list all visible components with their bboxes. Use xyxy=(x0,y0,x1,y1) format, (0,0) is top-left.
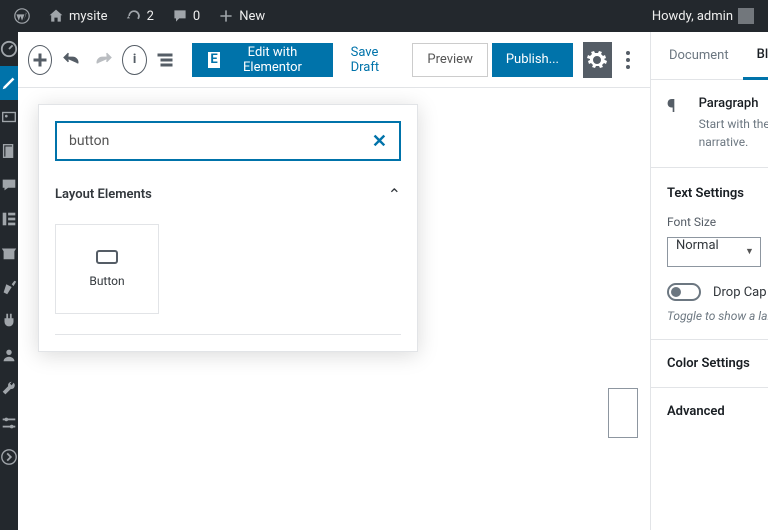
wp-logo[interactable] xyxy=(8,0,36,32)
updates-link[interactable]: 2 xyxy=(120,0,160,32)
block-type-desc: Start with the building block of all nar… xyxy=(699,115,768,151)
clear-search-icon[interactable]: ✕ xyxy=(372,131,387,152)
tab-block[interactable]: Block xyxy=(743,32,768,80)
redo-button[interactable] xyxy=(89,42,118,78)
font-size-label: Font Size xyxy=(667,215,768,229)
menu-pages[interactable] xyxy=(0,134,18,168)
edit-elementor-button[interactable]: EEdit with Elementor xyxy=(192,43,333,77)
group-layout-elements[interactable]: Layout Elements ⌃ xyxy=(55,185,401,214)
menu-users[interactable] xyxy=(0,338,18,372)
panel-text-settings[interactable]: Text Settings ⌃ xyxy=(667,184,768,203)
button-icon xyxy=(96,250,118,264)
menu-dashboard[interactable] xyxy=(0,32,18,66)
menu-tools[interactable] xyxy=(0,372,18,406)
menu-media[interactable] xyxy=(0,100,18,134)
avatar xyxy=(738,8,754,24)
undo-button[interactable] xyxy=(56,42,85,78)
panel-advanced[interactable]: Advanced ⌄ xyxy=(667,404,768,419)
new-link[interactable]: New xyxy=(212,0,271,32)
outline-button[interactable] xyxy=(151,42,180,78)
menu-appearance[interactable] xyxy=(0,270,18,304)
chevron-up-icon: ⌃ xyxy=(388,185,401,204)
save-draft-link[interactable]: Save Draft xyxy=(341,45,409,75)
tab-document[interactable]: Document xyxy=(655,32,743,80)
add-block-button[interactable] xyxy=(28,45,52,75)
drop-cap-toggle[interactable] xyxy=(667,283,701,301)
canvas-placeholder xyxy=(608,388,638,438)
block-inserter: ✕ Layout Elements ⌃ Button xyxy=(38,104,418,352)
menu-collapse[interactable] xyxy=(0,440,18,474)
comments-link[interactable]: 0 xyxy=(166,0,206,32)
menu-elementor[interactable] xyxy=(0,202,18,236)
menu-posts[interactable] xyxy=(0,66,18,100)
block-type-name: Paragraph xyxy=(699,96,768,111)
block-search[interactable]: ✕ xyxy=(55,121,401,161)
font-size-select[interactable]: Normal xyxy=(667,237,761,267)
admin-sidemenu xyxy=(0,32,18,530)
more-menu[interactable] xyxy=(616,51,640,69)
preview-button[interactable]: Preview xyxy=(412,43,487,77)
drop-cap-hint: Toggle to show a large initial letter. xyxy=(667,309,768,323)
account-link[interactable]: Howdy, admin xyxy=(646,0,760,32)
paragraph-icon: ¶ xyxy=(667,96,685,118)
panel-color-settings[interactable]: Color Settings ⌄ xyxy=(667,356,768,371)
block-button[interactable]: Button xyxy=(55,224,159,314)
menu-templates[interactable] xyxy=(0,236,18,270)
menu-plugins[interactable] xyxy=(0,304,18,338)
site-link[interactable]: mysite xyxy=(42,0,114,32)
menu-settings[interactable] xyxy=(0,406,18,440)
block-search-input[interactable] xyxy=(69,133,372,149)
menu-comments[interactable] xyxy=(0,168,18,202)
settings-toggle[interactable] xyxy=(583,42,612,78)
drop-cap-label: Drop Cap xyxy=(713,285,767,300)
publish-button[interactable]: Publish... xyxy=(492,43,573,77)
info-button[interactable]: i xyxy=(122,45,146,75)
